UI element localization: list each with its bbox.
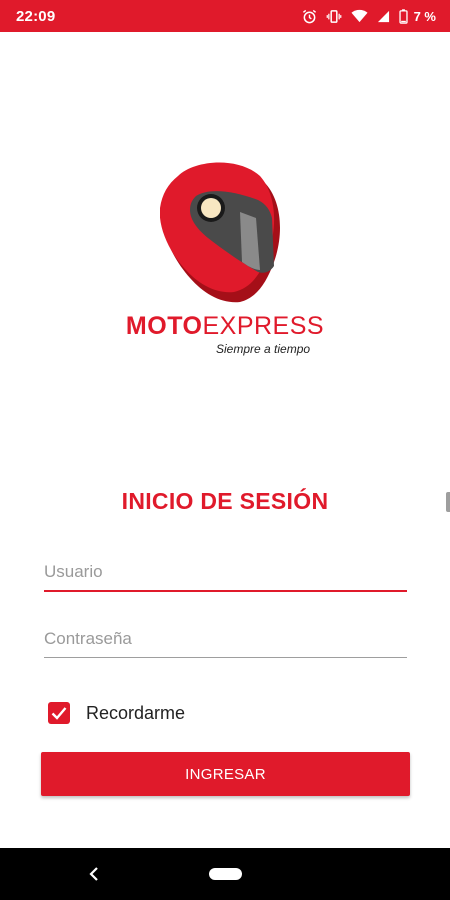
alarm-icon (302, 9, 316, 23)
back-icon[interactable] (88, 866, 100, 882)
brand-name: MOTOEXPRESS (0, 312, 450, 341)
vibrate-icon (326, 9, 341, 23)
status-time: 22:09 (16, 7, 56, 25)
system-navigation-bar (0, 848, 450, 900)
brand-name-light: EXPRESS (202, 312, 325, 340)
remember-me-label[interactable]: Recordarme (86, 703, 185, 724)
checkbox-checked-icon[interactable] (48, 702, 70, 724)
home-pill-button[interactable] (209, 868, 242, 880)
signal-icon (377, 10, 389, 22)
status-bar: 22:09 7 % (0, 0, 450, 32)
brand-tagline: Siempre a tiempo (216, 342, 311, 356)
login-button[interactable]: INGRESAR (41, 752, 410, 796)
battery-percent: 7 % (413, 8, 436, 24)
remember-me-checkbox[interactable]: Recordarme (48, 700, 185, 726)
page-title: INICIO DE SESIÓN (121, 488, 329, 514)
battery-icon (398, 8, 408, 24)
app-logo: MOTOEXPRESS Siempre a tiempo (0, 162, 450, 362)
username-input[interactable] (44, 558, 407, 592)
brand-name-bold: MOTO (125, 312, 203, 340)
wifi-icon (351, 9, 368, 23)
password-input[interactable] (44, 624, 407, 658)
helmet-logo-icon (160, 162, 280, 303)
status-icons: 7 % (302, 9, 436, 24)
